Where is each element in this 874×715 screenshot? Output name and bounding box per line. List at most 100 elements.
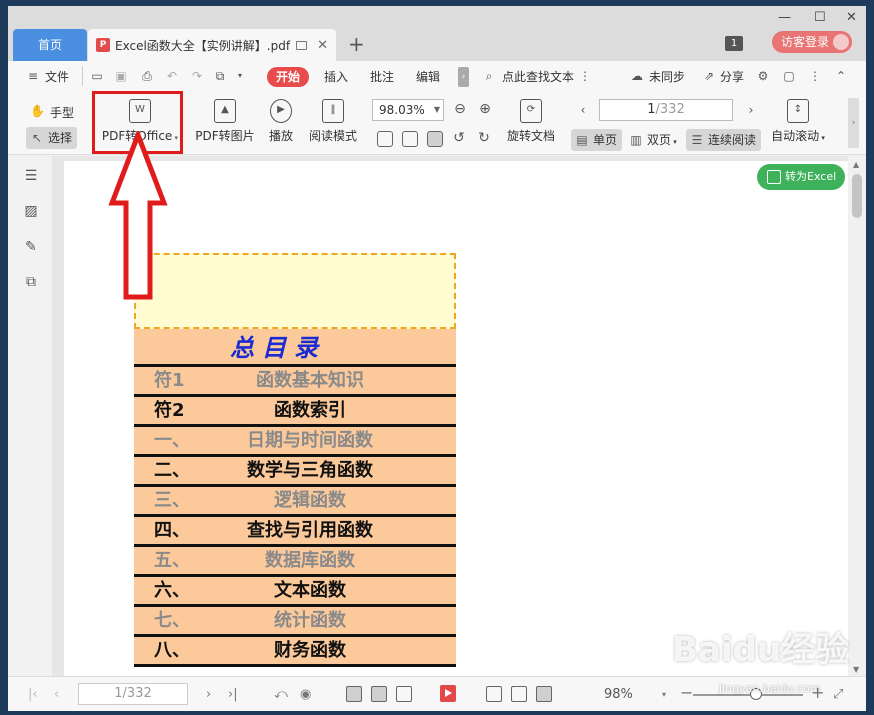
annotation-icon[interactable]: ✎ — [23, 239, 39, 255]
guest-login-button[interactable]: 访客登录 — [772, 31, 852, 53]
rotate-document-button[interactable]: ⟳ 旋转文档 — [505, 99, 557, 144]
rotate-right-icon[interactable]: ↻ — [477, 131, 491, 145]
redo-icon[interactable]: ↷ — [190, 69, 204, 83]
single-page-view-icon[interactable] — [346, 686, 362, 702]
continuous-view-icon[interactable] — [371, 686, 387, 702]
guest-login-label: 访客登录 — [781, 35, 830, 49]
zoom-in-icon[interactable]: ⊕ — [478, 102, 492, 116]
watermark-url: jingyan.baidu.com — [719, 682, 821, 695]
fit-width-icon[interactable] — [536, 686, 552, 702]
toc-row[interactable]: 三、 逻辑函数 — [134, 487, 456, 517]
zoom-out-icon[interactable]: − — [680, 683, 693, 702]
first-page-icon[interactable]: |‹ — [28, 687, 38, 702]
prev-page-icon[interactable]: ‹ — [576, 103, 590, 117]
more-tabs-button[interactable]: › — [458, 67, 469, 87]
toolbar-more-button[interactable]: › — [848, 98, 859, 148]
more-vertical-icon[interactable]: ⋮ — [578, 69, 592, 83]
chevron-down-icon[interactable]: ▾ — [662, 690, 666, 699]
next-page-icon[interactable]: › — [744, 103, 758, 117]
convert-to-excel-button[interactable]: 转为Excel — [757, 164, 845, 190]
toc-row[interactable]: 六、 文本函数 — [134, 577, 456, 607]
toc-row[interactable]: 符2 函数索引 — [134, 397, 456, 427]
settings-icon[interactable]: ⚙ — [756, 69, 770, 83]
new-tab-icon[interactable]: + — [348, 32, 365, 56]
export-panel-icon[interactable]: ⧉ — [23, 274, 39, 290]
zoom-out-icon[interactable]: ⊖ — [453, 102, 467, 116]
back-icon[interactable]: ⤺ — [274, 687, 288, 702]
tab-preview-icon[interactable] — [296, 40, 308, 50]
zoom-select[interactable]: 98.03% ▼ — [372, 99, 444, 121]
fit-page-icon[interactable] — [511, 686, 527, 702]
chevron-down-icon[interactable]: ▾ — [233, 69, 247, 83]
last-page-icon[interactable]: ›| — [228, 687, 238, 702]
maximize-icon[interactable]: ☐ — [814, 10, 826, 25]
menu-edit[interactable]: 编辑 — [416, 68, 440, 85]
zoom-percent[interactable]: 98% — [604, 687, 633, 702]
play-icon: ▶ — [270, 99, 292, 123]
outline-icon[interactable]: ☰ — [23, 168, 39, 184]
menu-annotate[interactable]: 批注 — [370, 68, 394, 85]
toc-row[interactable]: 五、 数据库函数 — [134, 547, 456, 577]
hamburger-icon[interactable]: ≡ — [26, 69, 40, 83]
vertical-scrollbar[interactable]: ▲ ▼ — [848, 156, 866, 676]
status-page-input[interactable]: 1/332 — [78, 683, 188, 705]
more-options-icon[interactable]: ⋮ — [808, 69, 822, 83]
toc-row[interactable]: 四、 查找与引用函数 — [134, 517, 456, 547]
feedback-icon[interactable]: ▢ — [782, 69, 796, 83]
rotate-left-icon[interactable]: ↺ — [452, 131, 466, 145]
divider — [82, 66, 83, 86]
sync-status[interactable]: 未同步 — [649, 68, 685, 85]
fit-width-icon[interactable] — [427, 131, 443, 147]
fullscreen-icon[interactable]: ⤢ — [833, 687, 843, 702]
watermark-logo: Baidu经验 — [672, 630, 850, 670]
cloud-sync-icon[interactable]: ☁ — [630, 69, 644, 83]
next-page-icon[interactable]: › — [206, 687, 211, 702]
hand-tool[interactable]: 手型 — [50, 104, 74, 121]
actual-size-icon[interactable] — [486, 686, 502, 702]
search-icon[interactable]: ⌕ — [482, 69, 496, 83]
undo-icon[interactable]: ↶ — [165, 69, 179, 83]
play-button[interactable]: ▶ 播放 — [266, 99, 296, 144]
collapse-ribbon-icon[interactable]: ⌃ — [834, 69, 848, 83]
fit-page-icon[interactable] — [402, 131, 418, 147]
image-icon: ▲ — [214, 99, 236, 123]
excel-icon — [767, 170, 781, 184]
share-icon[interactable]: ⇗ — [702, 69, 716, 83]
read-mode-button[interactable]: ‖ 阅读模式 — [307, 99, 359, 144]
prev-page-icon[interactable]: ‹ — [54, 687, 59, 702]
play-icon[interactable] — [440, 685, 456, 702]
export-icon[interactable]: ⧉ — [213, 69, 227, 83]
scroll-down-icon[interactable]: ▼ — [853, 665, 859, 674]
toc-row[interactable]: 八、 财务函数 — [134, 637, 456, 667]
scrollbar-thumb[interactable] — [852, 174, 862, 218]
share-button[interactable]: 分享 — [720, 68, 744, 85]
scroll-up-icon[interactable]: ▲ — [853, 160, 859, 169]
toc-title: 总目录 — [134, 329, 456, 367]
open-folder-icon[interactable]: ▭ — [90, 69, 104, 83]
save-icon[interactable]: ▣ — [114, 69, 128, 83]
page-number-input[interactable]: 1/332 — [599, 99, 733, 121]
eye-protection-icon[interactable]: ◉ — [300, 687, 311, 702]
hand-icon[interactable]: ✋ — [30, 104, 45, 118]
zoom-value: 98.03% — [379, 103, 425, 117]
actual-size-icon[interactable] — [377, 131, 393, 147]
minimize-icon[interactable]: — — [778, 10, 791, 25]
thumbnail-icon[interactable]: ▨ — [23, 203, 39, 219]
menu-start[interactable]: 开始 — [267, 67, 309, 87]
close-tab-icon[interactable]: ✕ — [317, 38, 328, 53]
toc-row[interactable]: 七、 统计函数 — [134, 607, 456, 637]
toc-row[interactable]: 符1 函数基本知识 — [134, 367, 456, 397]
toc-row[interactable]: 二、 数学与三角函数 — [134, 457, 456, 487]
menu-file[interactable]: 文件 — [45, 68, 69, 85]
search-text[interactable]: 点此查找文本 — [502, 68, 574, 85]
auto-scroll-button[interactable]: ↕ 自动滚动 ▾ — [768, 99, 828, 144]
toc-row[interactable]: 一、 日期与时间函数 — [134, 427, 456, 457]
print-icon[interactable]: ⎙ — [140, 69, 154, 83]
window-count-badge[interactable]: 1 — [725, 36, 743, 51]
tab-document[interactable]: P Excel函数大全【实例讲解】.pdf ✕ — [88, 29, 336, 61]
menu-insert[interactable]: 插入 — [324, 68, 348, 85]
double-page-view-icon[interactable] — [396, 686, 412, 702]
close-window-icon[interactable]: ✕ — [846, 10, 857, 25]
pdf-to-image-button[interactable]: ▲ PDF转图片 — [194, 99, 256, 144]
tab-home[interactable]: 首页 — [13, 29, 87, 61]
